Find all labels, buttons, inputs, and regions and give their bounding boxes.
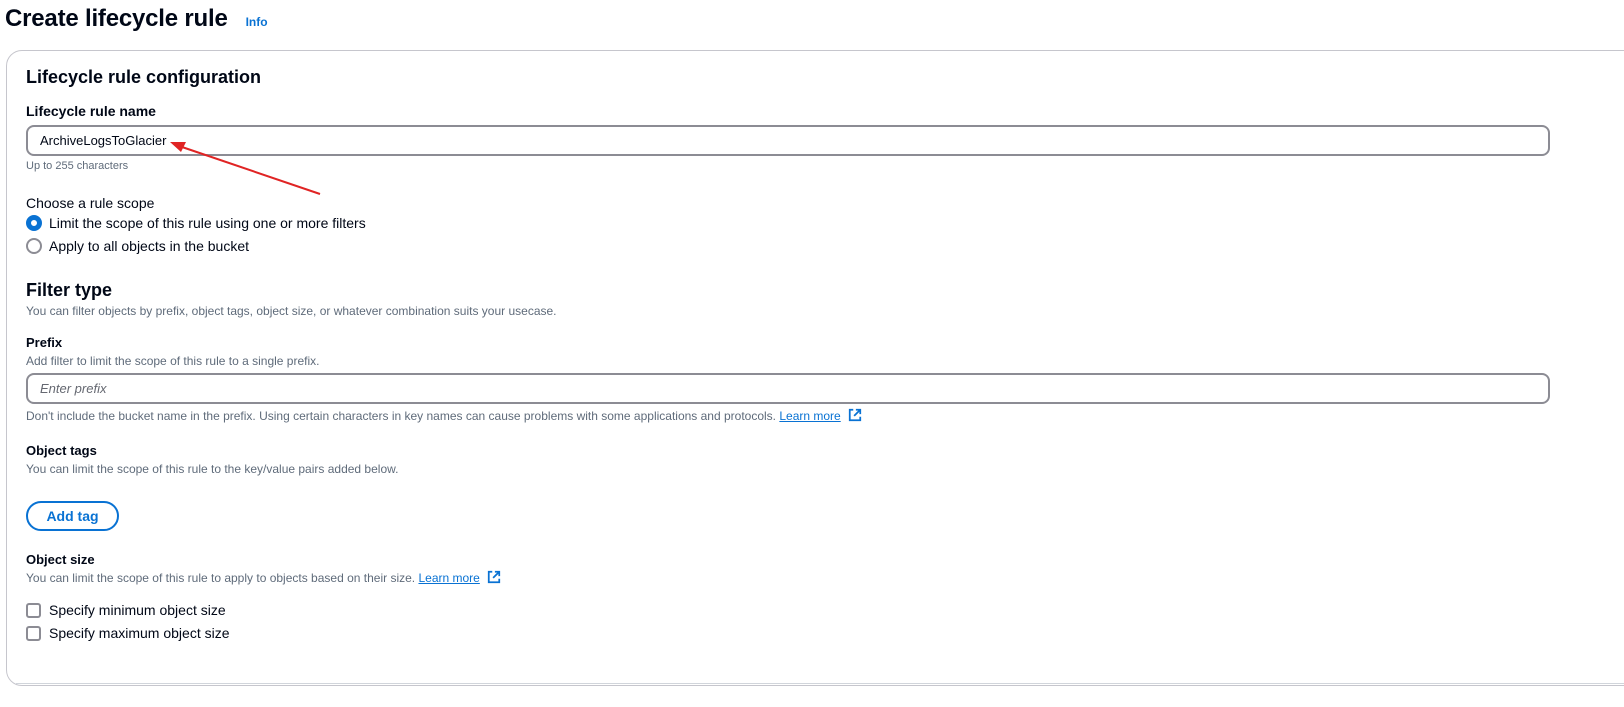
- prefix-label: Prefix: [26, 335, 63, 350]
- scope-option-label: Apply to all objects in the bucket: [49, 238, 250, 254]
- max-size-option[interactable]: Specify maximum object size: [26, 625, 230, 641]
- min-size-option[interactable]: Specify minimum object size: [26, 602, 226, 618]
- rule-name-hint: Up to 255 characters: [26, 160, 129, 172]
- object-size-desc-row: You can limit the scope of this rule to …: [26, 570, 501, 585]
- prefix-hint-text: Don't include the bucket name in the pre…: [26, 409, 777, 423]
- object-size-label: Object size: [26, 552, 95, 567]
- prefix-hint: Don't include the bucket name in the pre…: [26, 408, 862, 423]
- radio-checked[interactable]: [26, 215, 42, 231]
- max-size-checkbox[interactable]: [26, 625, 41, 641]
- min-size-label: Specify minimum object size: [49, 602, 226, 618]
- external-link-icon[interactable]: [487, 570, 501, 584]
- filter-type-title: Filter type: [26, 280, 113, 300]
- page-header: Create lifecycle rule Info: [5, 5, 268, 33]
- page-title: Create lifecycle rule: [5, 5, 228, 32]
- prefix-desc: Add filter to limit the scope of this ru…: [26, 354, 320, 368]
- section-title: Lifecycle rule configuration: [26, 67, 262, 87]
- scope-option-label: Limit the scope of this rule using one o…: [49, 215, 366, 231]
- rule-name-label: Lifecycle rule name: [26, 103, 156, 119]
- size-learn-more-link[interactable]: Learn more: [418, 571, 479, 585]
- scope-option-filters[interactable]: Limit the scope of this rule using one o…: [26, 215, 366, 231]
- object-tags-desc: You can limit the scope of this rule to …: [26, 462, 399, 476]
- rule-name-input[interactable]: [26, 125, 1550, 156]
- object-size-desc: You can limit the scope of this rule to …: [26, 571, 416, 585]
- lifecycle-config-panel: Lifecycle rule configuration Lifecycle r…: [6, 50, 1624, 686]
- max-size-label: Specify maximum object size: [49, 625, 230, 641]
- external-link-icon[interactable]: [848, 408, 862, 422]
- add-tag-button[interactable]: Add tag: [26, 501, 119, 531]
- info-link[interactable]: Info: [246, 15, 268, 29]
- prefix-input[interactable]: [26, 373, 1550, 404]
- scope-option-all[interactable]: Apply to all objects in the bucket: [26, 238, 249, 254]
- object-tags-label: Object tags: [26, 443, 97, 458]
- filter-type-desc: You can filter objects by prefix, object…: [26, 304, 557, 318]
- min-size-checkbox[interactable]: [26, 602, 41, 618]
- radio-unchecked[interactable]: [26, 238, 42, 254]
- section-divider: [16, 683, 1624, 684]
- scope-label: Choose a rule scope: [26, 195, 155, 211]
- prefix-learn-more-link[interactable]: Learn more: [779, 409, 840, 423]
